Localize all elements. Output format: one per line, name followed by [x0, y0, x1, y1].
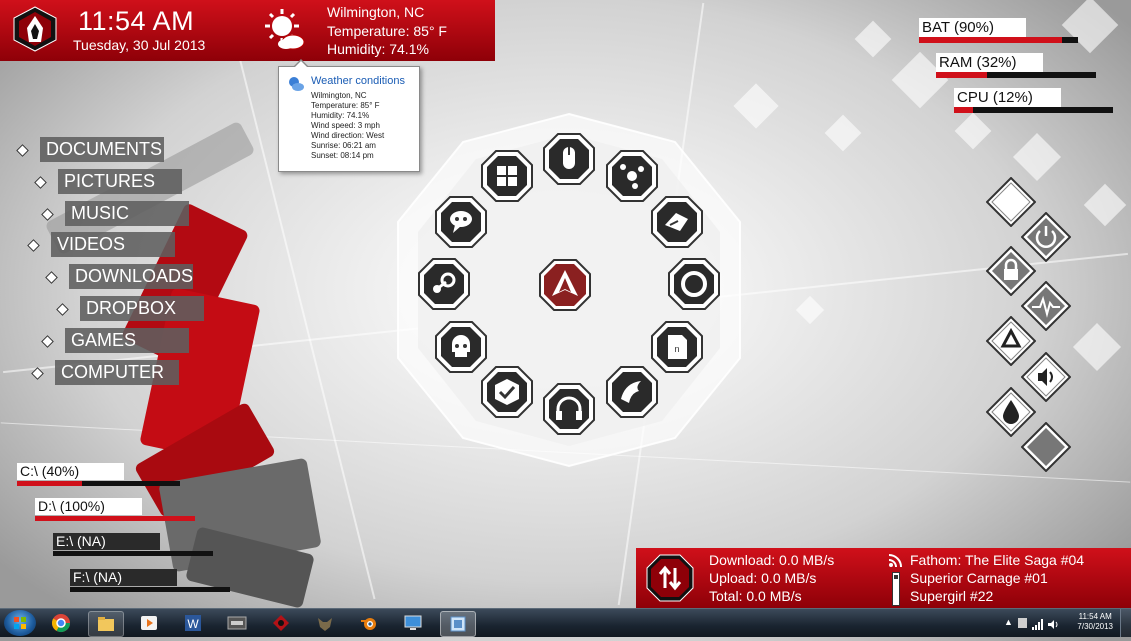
upload-speed: Upload: 0.0 MB/s [709, 570, 817, 586]
drive-label[interactable]: C:\ (40%) [17, 463, 124, 480]
drive-fill [17, 481, 83, 486]
clock-date: Tuesday, 30 Jul 2013 [73, 37, 206, 53]
show-desktop-button[interactable] [1120, 609, 1131, 637]
network-panel: Download: 0.0 MB/s Upload: 0.0 MB/s Tota… [636, 548, 1131, 608]
tooltip-line: Humidity: 74.1% [311, 111, 370, 120]
speaker-icon[interactable] [1048, 617, 1059, 629]
apps-icon[interactable] [480, 149, 534, 203]
start-button[interactable] [4, 610, 36, 636]
feed-scroll-icon[interactable] [892, 572, 900, 606]
drive-bar [53, 551, 213, 556]
rss-icon [888, 553, 903, 568]
weather-cloud-icon [287, 75, 305, 93]
hands-icon[interactable] [650, 195, 704, 249]
network-signal-icon[interactable] [1032, 617, 1043, 630]
assassins-logo-icon[interactable] [538, 258, 592, 312]
menu-item-pictures[interactable]: PICTURES [58, 169, 182, 194]
tray-clock[interactable]: 11:54 AM 7/30/2013 [1077, 612, 1113, 632]
tooltip-title: Weather conditions [311, 75, 405, 87]
download-speed: Download: 0.0 MB/s [709, 552, 835, 568]
drive-bar [35, 516, 195, 521]
skull-icon[interactable] [434, 320, 488, 374]
drive-label[interactable]: D:\ (100%) [35, 498, 142, 515]
battery-fill [919, 37, 1063, 43]
tray-expand-icon[interactable]: ▲ [1004, 617, 1013, 627]
svg-text:W: W [187, 617, 199, 631]
menu-item-videos[interactable]: VIDEOS [51, 232, 175, 257]
assassin-hood-icon [12, 6, 58, 52]
menu-item-documents[interactable]: DOCUMENTS [40, 137, 164, 162]
drive-bar [70, 587, 230, 592]
weather-temperature: Temperature: 85° F [327, 23, 447, 39]
feed-item[interactable]: Superior Carnage #01 [910, 570, 1048, 586]
tooltip-line: Wilmington, NC [311, 91, 367, 100]
chrome-icon[interactable] [44, 611, 78, 635]
sun-cloud-icon[interactable] [263, 8, 307, 52]
feed-item[interactable]: Fathom: The Elite Saga #04 [910, 552, 1084, 568]
tooltip-line: Temperature: 85° F [311, 101, 380, 110]
drive-bar [17, 481, 180, 486]
origin-icon[interactable] [667, 257, 721, 311]
cpu-fill [954, 107, 974, 113]
menu-item-downloads[interactable]: DOWNLOADS [69, 264, 193, 289]
media-player-icon[interactable] [132, 611, 166, 635]
cpu-label: CPU (12%) [954, 88, 1061, 107]
menu-item-computer[interactable]: COMPUTER [55, 360, 179, 385]
menu-item-dropbox[interactable]: DROPBOX [80, 296, 204, 321]
taskbar-active-icon[interactable] [440, 611, 476, 637]
tray-icons: ▲ [1004, 617, 1064, 630]
mouse-icon[interactable] [542, 132, 596, 186]
tray-time: 11:54 AM [1078, 612, 1112, 621]
tray-date: 7/30/2013 [1077, 622, 1113, 631]
clock-time: 11:54 AM [78, 6, 195, 36]
clock-panel: 11:54 AM Tuesday, 30 Jul 2013 Wilmington… [0, 0, 495, 61]
blender-icon[interactable] [352, 611, 386, 635]
tooltip-line: Sunset: 08:14 pm [311, 151, 374, 160]
drive-label[interactable]: F:\ (NA) [70, 569, 177, 586]
game-icon[interactable] [264, 611, 298, 635]
menu-item-music[interactable]: MUSIC [65, 201, 189, 226]
battery-label: BAT (90%) [919, 18, 1026, 37]
drive-label[interactable]: E:\ (NA) [53, 533, 160, 550]
eagle-icon[interactable] [605, 365, 659, 419]
total-speed: Total: 0.0 MB/s [709, 588, 802, 604]
menu-item-games[interactable]: GAMES [65, 328, 189, 353]
steam-icon[interactable] [417, 257, 471, 311]
ram-label: RAM (32%) [936, 53, 1043, 72]
svg-text:n: n [675, 344, 680, 354]
word-icon[interactable]: W [176, 611, 210, 635]
tooltip-line: Wind speed: 3 mph [311, 121, 380, 130]
cpu-bar [954, 107, 1113, 113]
app-jk-icon[interactable] [220, 611, 254, 635]
remote-icon[interactable] [396, 611, 430, 635]
transfer-icon [646, 554, 694, 602]
tray-app-icon[interactable] [1018, 618, 1027, 628]
taskbar: W ▲ 11:54 AM 7/30/2013 [0, 608, 1131, 637]
ram-bar [936, 72, 1096, 78]
weather-location: Wilmington, NC [327, 4, 425, 20]
drive-fill [35, 516, 195, 521]
weather-humidity: Humidity: 74.1% [327, 41, 429, 57]
headphones-icon[interactable] [542, 382, 596, 436]
ram-fill [936, 72, 988, 78]
battery-bar [919, 37, 1078, 43]
wolf-icon[interactable] [308, 611, 342, 635]
explorer-icon[interactable] [88, 611, 124, 637]
launcher-ring: n [388, 112, 750, 468]
tooltip-line: Sunrise: 06:21 am [311, 141, 376, 150]
tooltip-line: Wind direction: West [311, 131, 385, 140]
feed-item[interactable]: Supergirl #22 [910, 588, 993, 604]
blank-icon[interactable] [1020, 421, 1072, 473]
